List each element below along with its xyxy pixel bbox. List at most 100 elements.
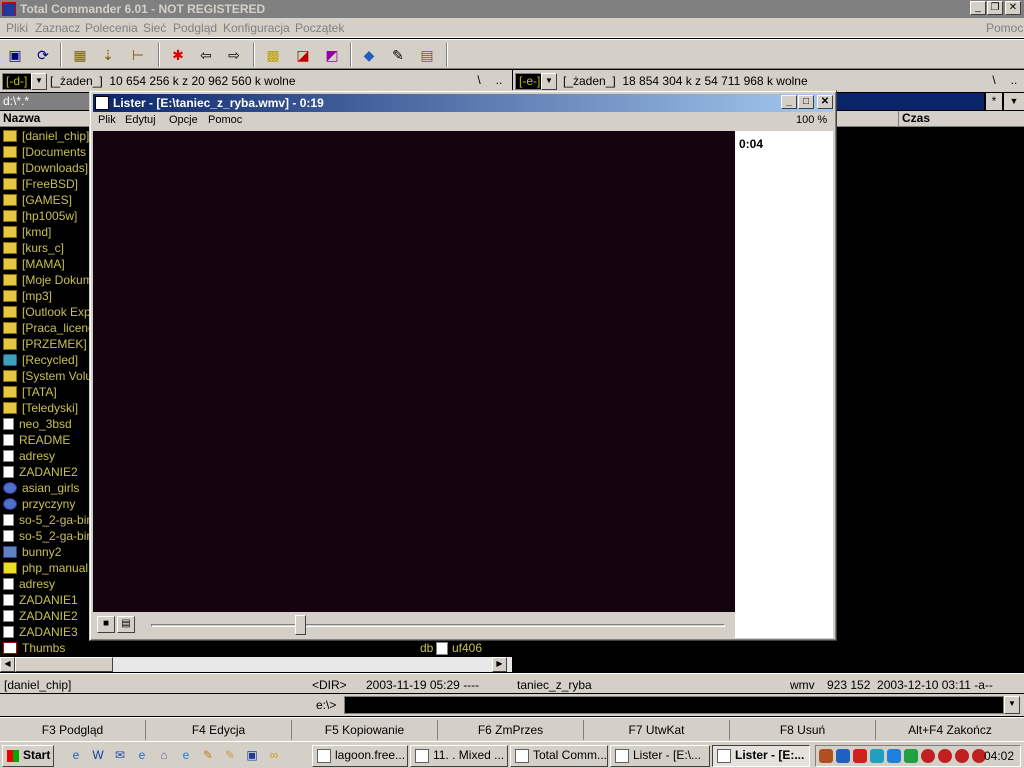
lister-menu-plik[interactable]: Plik	[98, 114, 116, 126]
file-row[interactable]: bunny2	[3, 544, 93, 560]
chevron-down-icon[interactable]: ▼	[541, 73, 557, 90]
file-row[interactable]: neo_3bsd	[3, 416, 93, 432]
tree-icon[interactable]: ⊢	[126, 43, 150, 67]
taskbar-button[interactable]: Total Comm...	[510, 745, 608, 767]
file-row[interactable]: asian_girls	[3, 480, 93, 496]
taskbar-button[interactable]: Lister - [E:...	[712, 745, 810, 767]
menu-polecenia[interactable]: Polecenia	[85, 21, 138, 35]
seek-thumb[interactable]	[295, 615, 307, 635]
f5-copy-button[interactable]: F5 Kopiowanie	[292, 720, 438, 740]
f4-edit-button[interactable]: F4 Edycja	[146, 720, 292, 740]
notepad-icon[interactable]: ▤	[415, 43, 439, 67]
ie2-icon[interactable]: e	[134, 747, 150, 763]
tool2-icon[interactable]: ✎	[222, 747, 238, 763]
file-row[interactable]: adresy	[3, 576, 93, 592]
file-row[interactable]: [Outlook Express]	[3, 304, 93, 320]
tray-icon[interactable]	[955, 749, 969, 763]
file-row[interactable]: [daniel_chip]	[3, 128, 93, 144]
chevron-down-icon[interactable]: ▼	[1004, 93, 1024, 110]
save-icon[interactable]: ▣	[3, 43, 27, 67]
seek-track[interactable]	[151, 624, 725, 627]
scroll-left-button[interactable]: ◀	[0, 657, 15, 672]
lister-maximize-button[interactable]: □	[798, 95, 814, 109]
menu-konfiguracja[interactable]: Konfiguracja	[223, 21, 290, 35]
taskbar-button[interactable]: lagoon.free...	[312, 745, 408, 767]
left-drive-select[interactable]: [-d-]	[2, 73, 32, 90]
file-row[interactable]: [Recycled]	[3, 352, 93, 368]
glasses-icon[interactable]: ∞	[266, 747, 282, 763]
menu-podglad[interactable]: Podgląd	[173, 21, 217, 35]
left-root-button[interactable]: \	[470, 73, 488, 90]
file-row[interactable]: [Teledyski]	[3, 400, 93, 416]
f6-move-button[interactable]: F6 ZmPrzes	[438, 720, 584, 740]
sort-icon[interactable]: ⇣	[96, 43, 120, 67]
tool-icon[interactable]: ✎	[200, 747, 216, 763]
menu-pliki[interactable]: Pliki	[6, 21, 28, 35]
ftp-icon[interactable]: ◪	[291, 43, 315, 67]
stop-icon[interactable]: ■	[97, 616, 115, 633]
command-input[interactable]	[344, 696, 1004, 714]
menu-poczatek[interactable]: Początek	[295, 21, 344, 35]
volume-icon[interactable]	[836, 749, 850, 763]
outlook-icon[interactable]: ✉	[112, 747, 128, 763]
forward-icon[interactable]: ⇨	[222, 43, 246, 67]
close-button[interactable]: ✕	[1005, 1, 1021, 15]
file-row[interactable]: [Downloads]	[3, 160, 93, 176]
file-row[interactable]: przyczyny	[3, 496, 93, 512]
left-up-button[interactable]: ..	[490, 73, 508, 90]
tray-icon[interactable]	[819, 749, 833, 763]
file-row[interactable]: [kmd]	[3, 224, 93, 240]
file-row[interactable]: ZADANIE2	[3, 608, 93, 624]
title-bar[interactable]: Total Commander 6.01 - NOT REGISTERED _ …	[0, 0, 1024, 18]
explorer-icon[interactable]: ◆	[357, 43, 381, 67]
file-row[interactable]: so-5_2-ga-bin	[3, 512, 93, 528]
right-column-header[interactable]: Czas	[836, 111, 1024, 127]
ftp-connect-icon[interactable]: ◩	[320, 43, 344, 67]
column-header-time[interactable]: Czas	[902, 111, 930, 126]
tray-icon[interactable]	[938, 749, 952, 763]
pack-icon[interactable]: ▩	[261, 43, 285, 67]
scroll-thumb[interactable]	[15, 657, 113, 672]
horizontal-scrollbar[interactable]: ◀ ▶	[0, 657, 512, 672]
star-icon[interactable]: ✱	[166, 43, 190, 67]
tray-icon[interactable]	[870, 749, 884, 763]
file-row[interactable]: [System Volume Information]	[3, 368, 93, 384]
right-file-list[interactable]	[836, 127, 1024, 672]
file-row[interactable]: [FreeBSD]	[3, 176, 93, 192]
file-row[interactable]: Thumbs	[3, 640, 93, 656]
lister-minimize-button[interactable]: _	[781, 95, 797, 109]
file-row[interactable]: [kurs_c]	[3, 240, 93, 256]
taskbar-button[interactable]: 11. . Mixed ...	[410, 745, 508, 767]
right-root-button[interactable]: \	[985, 73, 1003, 90]
menu-pomoc[interactable]: Pomoc	[986, 21, 1023, 35]
clock[interactable]: 04:02	[984, 749, 1014, 763]
save-icon[interactable]: ▣	[244, 747, 260, 763]
edit-icon[interactable]: ✎	[386, 43, 410, 67]
file-row[interactable]: php_manual	[3, 560, 93, 576]
minimize-button[interactable]: _	[970, 1, 986, 15]
file-row[interactable]: [PRZEMEK]	[3, 336, 93, 352]
lister-menu-edytuj[interactable]: Edytuj	[125, 114, 156, 126]
file-row[interactable]: [mp3]	[3, 288, 93, 304]
ie-icon[interactable]: e	[68, 747, 84, 763]
back-icon[interactable]: ⇦	[194, 43, 218, 67]
file-row[interactable]: [Documents and Settings]	[3, 144, 93, 160]
altf4-exit-button[interactable]: Alt+F4 Zakończ	[876, 720, 1024, 740]
file-row[interactable]: so-5_2-ga-bin	[3, 528, 93, 544]
taskbar-button[interactable]: Lister - [E:\...	[610, 745, 710, 767]
file-row[interactable]: [hp1005w]	[3, 208, 93, 224]
file-row[interactable]: ZADANIE2	[3, 464, 93, 480]
column-header-name[interactable]: Nazwa	[0, 111, 93, 127]
file-row[interactable]: ZADANIE3	[3, 624, 93, 640]
file-row[interactable]: [TATA]	[3, 384, 93, 400]
f8-delete-button[interactable]: F8 Usuń	[730, 720, 876, 740]
tray-icon[interactable]	[887, 749, 901, 763]
tray-icon[interactable]	[904, 749, 918, 763]
scroll-right-button[interactable]: ▶	[492, 657, 507, 672]
start-button[interactable]: Start	[2, 745, 54, 767]
menu-zaznacz[interactable]: Zaznacz	[35, 21, 80, 35]
right-up-button[interactable]: ..	[1005, 73, 1023, 90]
chevron-down-icon[interactable]: ▼	[31, 73, 47, 90]
f3-view-button[interactable]: F3 Podgląd	[0, 720, 146, 740]
lister-menu-opcje[interactable]: Opcje	[169, 114, 198, 126]
